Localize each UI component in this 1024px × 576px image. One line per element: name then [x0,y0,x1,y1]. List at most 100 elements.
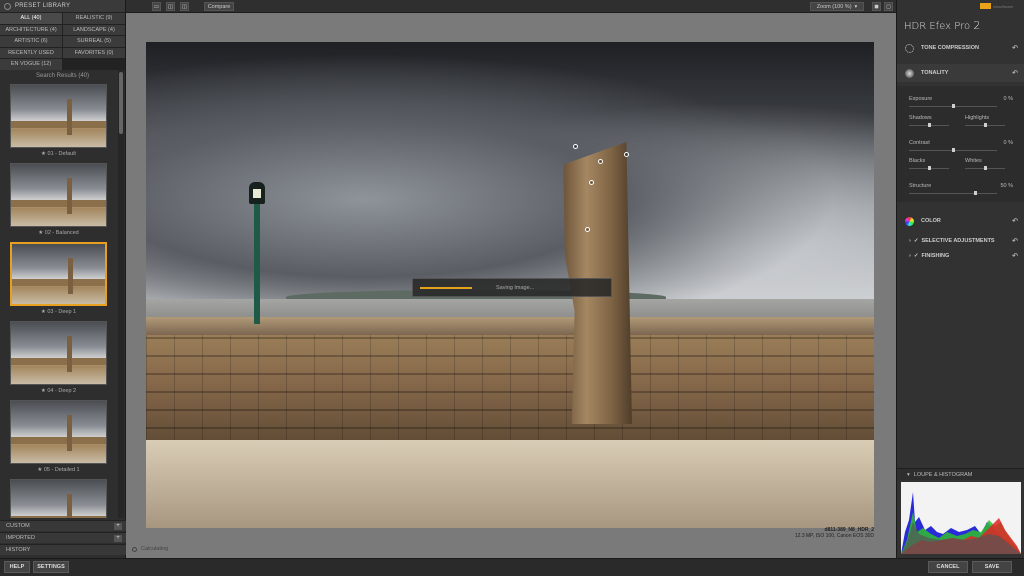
control-point[interactable] [624,152,629,157]
reset-icon[interactable]: ↶ [1012,217,1018,225]
compare-button[interactable]: Compare [204,2,234,11]
reset-icon[interactable]: ↶ [1012,44,1018,52]
control-point[interactable] [598,159,603,164]
preset-preview-image[interactable] [10,84,107,148]
reset-icon[interactable]: ↶ [1012,237,1018,245]
zoom-label: Zoom (100 %) [816,3,852,10]
slider-track[interactable] [909,166,949,170]
section-finishing[interactable]: › ✓ FINISHING ↶ [897,249,1024,263]
section-imported-label: IMPORTED [6,535,35,541]
preset-thumbnail[interactable]: ★ 01 - Default [10,84,107,157]
preset-label: ★ 01 - Default [41,151,76,157]
histogram [901,482,1021,554]
status-calculating: Calculating [132,546,168,552]
preview-image[interactable]: Saving Image... [146,42,874,528]
preset-scrollbar[interactable] [118,70,124,518]
background-white-icon[interactable]: ◼ [872,2,881,11]
save-button[interactable]: SAVE [972,561,1012,573]
add-icon[interactable]: + [114,523,122,530]
background-dark-icon[interactable]: ◻ [884,2,893,11]
preset-library-header[interactable]: PRESET LIBRARY [0,0,125,13]
section-tonality[interactable]: TONALITY ↶ [897,64,1024,82]
scrollbar-thumb[interactable] [119,72,123,134]
category-tab[interactable]: SURREAL (5) [63,36,125,47]
reset-icon[interactable]: ↶ [1012,252,1018,260]
preset-preview-image[interactable] [10,479,107,518]
tonality-sliders: Exposure 0 % Shadows Highlights Contrast 0 % B… [897,86,1024,202]
saving-text: Saving Image... [496,284,535,291]
slider-handle[interactable] [973,191,977,195]
category-tab[interactable]: ARCHITECTURE (4) [0,24,62,35]
slider-track[interactable] [909,191,997,195]
section-history[interactable]: HISTORY [0,544,126,555]
slider-handle[interactable] [983,166,987,170]
preset-preview-image[interactable] [10,163,107,227]
category-tab[interactable]: ARTISTIC (6) [0,36,62,47]
single-view-icon[interactable]: ▭ [152,2,161,11]
control-point[interactable] [585,227,590,232]
category-tab[interactable]: EN VOGUE (12) [0,59,62,70]
preset-thumbnail[interactable]: ★ 03 - Deep 1 [10,242,107,315]
preset-thumbnail[interactable]: ★ 05 - Detailed 1 [10,400,107,473]
control-point[interactable] [573,144,578,149]
slider-label: Whites [965,158,982,164]
section-imported[interactable]: IMPORTED + [0,532,126,543]
control-point[interactable] [589,180,594,185]
preset-preview-image[interactable] [10,242,107,306]
slider-track[interactable] [909,104,997,108]
cancel-button[interactable]: CANCEL [928,561,968,573]
section-color[interactable]: COLOR ↶ [897,212,1024,230]
slider-label: Blacks [909,158,926,164]
preset-preview-image[interactable] [10,321,107,385]
preview-canvas[interactable]: Saving Image... d811-389_N8_HDR_2 12.3 M… [126,13,896,558]
slider-track[interactable] [909,123,949,127]
thumb-wall [11,436,106,445]
selective-label: SELECTIVE ADJUSTMENTS [921,238,995,244]
category-tab[interactable]: FAVORITES (0) [63,47,125,58]
slider-track[interactable] [965,123,1005,127]
help-button[interactable]: HELP [4,561,30,573]
loupe-histogram-header[interactable]: ▾ LOUPE & HISTOGRAM [897,468,1024,480]
category-tab[interactable]: RECENTLY USED [0,47,62,58]
slider-handle[interactable] [983,123,987,127]
add-icon[interactable]: + [114,535,122,542]
slider-handle[interactable] [927,166,931,170]
preset-library-title: PRESET LIBRARY [15,3,71,9]
spinner-icon [132,546,137,552]
check-icon[interactable]: ✓ [914,238,919,244]
category-tab[interactable]: ALL (40) [0,13,62,24]
settings-button[interactable]: SETTINGS [33,561,69,573]
chevron-down-icon: ▾ [854,3,858,10]
chevron-right-icon: › [909,253,911,259]
side-by-side-icon[interactable]: ◫ [180,2,189,11]
category-tab[interactable]: LANDSCAPE (4) [63,24,125,35]
thumb-post [67,99,72,135]
slider-track[interactable] [909,148,997,152]
split-view-icon[interactable]: ◫ [166,2,175,11]
thumb-post [68,258,73,294]
chevron-down-icon: ▾ [907,471,910,478]
section-tone-compression[interactable]: TONE COMPRESSION ↶ [897,39,1024,57]
color-wheel-icon [905,217,914,226]
slider-track[interactable] [965,166,1005,170]
tonality-label: TONALITY [921,70,949,76]
nik-logo [980,3,991,9]
hdr-efex-window: PRESET LIBRARY ALL (40) REALISTIC (9) ARCH… [0,0,1024,576]
thumb-wall [11,120,106,129]
preset-library-panel: PRESET LIBRARY ALL (40) REALISTIC (9) ARCH… [0,0,126,558]
category-tab[interactable]: REALISTIC (9) [63,13,125,24]
preset-preview-image[interactable] [10,400,107,464]
preset-thumbnail[interactable] [10,479,107,518]
section-selective-adjustments[interactable]: › ✓ SELECTIVE ADJUSTMENTS ↶ [897,234,1024,248]
reset-icon[interactable]: ↶ [1012,69,1018,77]
slider-handle[interactable] [951,104,955,108]
section-custom[interactable]: CUSTOM + [0,520,126,531]
zoom-select[interactable]: Zoom (100 %) ▾ [810,2,864,11]
preset-thumbnail[interactable]: ★ 04 - Deep 2 [10,321,107,394]
check-icon[interactable]: ✓ [914,253,919,259]
preset-thumbnail[interactable]: ★ 02 - Balanced [10,163,107,236]
tone-compression-label: TONE COMPRESSION [921,45,979,51]
saving-progress-bar [420,286,472,289]
slider-handle[interactable] [951,148,955,152]
slider-handle[interactable] [927,123,931,127]
